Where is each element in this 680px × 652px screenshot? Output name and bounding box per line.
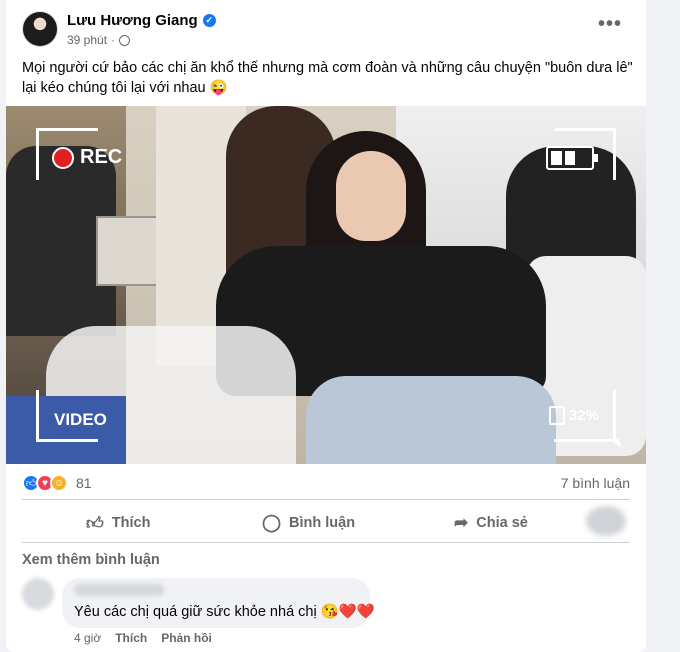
like-label: Thích [111, 515, 151, 531]
comment-bubble-icon: ◯ [262, 513, 282, 532]
scene-woman-jeans [306, 376, 556, 464]
profile-switcher-avatar[interactable] [586, 506, 626, 536]
battery-icon [546, 146, 598, 170]
reaction-icons: 👍︎ ♥ ☺ [22, 474, 68, 492]
meta-separator: · [111, 33, 116, 47]
rec-indicator: REC [52, 146, 122, 169]
view-more-comments-link[interactable]: Xem thêm bình luận [22, 552, 160, 568]
commenter-avatar[interactable] [22, 578, 54, 610]
comment-bubble: Yêu các chị quá giữ sức khỏe nhá chị 😘❤️… [62, 578, 375, 628]
video-label: VIDEO [54, 410, 107, 429]
author-name[interactable]: Lưu Hương Giang [67, 12, 198, 29]
thumbs-up-icon: 👍︎ [86, 513, 104, 533]
post-time[interactable]: 39 phút [67, 33, 107, 47]
post-header: Lưu Hương Giang ✓ 39 phút · ••• [6, 0, 646, 52]
comment-like-link[interactable]: Thích [115, 631, 147, 645]
share-arrow-icon: ➦ [454, 513, 469, 532]
rec-label: REC [80, 146, 123, 168]
comment-button[interactable]: ◯ Bình luận [262, 513, 355, 533]
storage-indicator: 32% [549, 406, 599, 425]
video-player[interactable]: REC VIDEO 32% 🔇︎ [6, 106, 646, 464]
more-options-icon[interactable]: ••• [598, 14, 622, 34]
divider-bottom [22, 542, 630, 543]
share-button[interactable]: ➦ Chia sẻ [454, 513, 528, 533]
reaction-summary[interactable]: 👍︎ ♥ ☺ 81 [22, 474, 92, 492]
scene-woman-face [336, 151, 406, 241]
share-label: Chia sẻ [476, 515, 528, 531]
reaction-count[interactable]: 81 [76, 475, 92, 491]
comment-text: Yêu các chị quá giữ sức khỏe nhá chị 😘❤️… [74, 604, 375, 620]
rec-dot-icon [52, 146, 74, 169]
author-name-row: Lưu Hương Giang ✓ [67, 12, 216, 29]
comment-time[interactable]: 4 giờ [74, 631, 101, 645]
like-button[interactable]: 👍︎ Thích [86, 513, 150, 534]
comment-actions: 4 giờ Thích Phản hồi [74, 631, 212, 645]
post-meta: 39 phút · [67, 33, 131, 47]
mute-icon[interactable]: 🔇︎ [614, 434, 624, 452]
verified-badge-icon: ✓ [202, 14, 216, 27]
post-text-line-1: Mọi người cứ bảo các chị ăn khổ thế nhưn… [22, 60, 633, 76]
commenter-name-blurred[interactable] [74, 584, 164, 596]
divider-top [22, 499, 630, 500]
sd-card-icon [549, 406, 565, 425]
page-background-right [652, 0, 680, 652]
comment-reply-link[interactable]: Phản hồi [161, 631, 212, 645]
action-bar: 👍︎ Thích ◯ Bình luận ➦ Chia sẻ [22, 506, 630, 540]
battery-percent: 32% [569, 407, 600, 424]
haha-reaction-icon: ☺ [50, 474, 68, 492]
comment-label: Bình luận [289, 515, 356, 531]
post-card: Lưu Hương Giang ✓ 39 phút · ••• Mọi ngườ… [6, 0, 646, 652]
globe-icon [119, 34, 131, 46]
post-text-line-2: lại kéo chúng tôi lại với nhau 😜 [22, 80, 228, 96]
author-avatar[interactable] [22, 11, 58, 47]
post-text: Mọi người cứ bảo các chị ăn khổ thế nhưn… [22, 58, 634, 98]
comment-count[interactable]: 7 bình luận [561, 475, 630, 491]
